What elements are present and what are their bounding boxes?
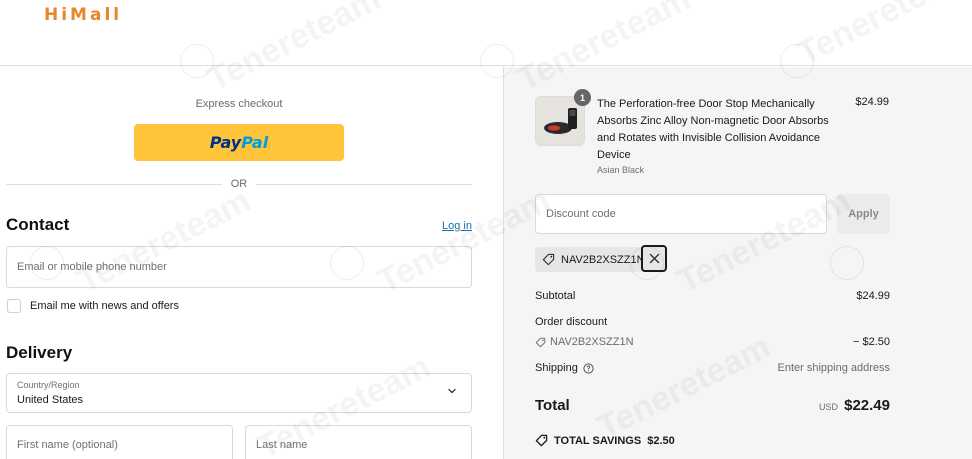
help-icon[interactable]: [583, 362, 594, 374]
tag-icon: [542, 253, 555, 266]
order-discount-label: Order discount: [535, 316, 608, 328]
quantity-badge: 1: [574, 89, 591, 106]
checkout-form: Express checkout Pay Pal OR Contact Log i…: [0, 67, 503, 459]
total-row: Total USD $22.49: [535, 397, 890, 415]
express-checkout-label: Express checkout: [195, 98, 283, 110]
order-discount-code: NAV2B2XSZZ1N: [535, 336, 634, 348]
login-link[interactable]: Log in: [442, 220, 472, 232]
order-summary: 1 The Perforation-free Door Stop Mechani…: [503, 67, 972, 459]
shipping-row: Shipping Enter shipping address: [535, 362, 890, 374]
total-currency: USD: [818, 402, 838, 412]
newsletter-label: Email me with news and offers: [30, 300, 179, 312]
country-label: Country/Region: [17, 380, 80, 390]
newsletter-option: Email me with news and offers: [7, 299, 179, 313]
subtotal-label: Subtotal: [535, 290, 576, 302]
last-name-field[interactable]: [246, 426, 471, 459]
total-savings: TOTAL SAVINGS $2.50: [535, 434, 675, 447]
email-field[interactable]: [7, 247, 471, 287]
delivery-heading: Delivery: [6, 343, 73, 362]
country-value: United States: [17, 394, 84, 406]
last-name-field-wrapper: [245, 425, 472, 459]
savings-value: $2.50: [647, 434, 675, 447]
discount-code-input[interactable]: [536, 195, 826, 233]
tag-icon: [535, 337, 546, 347]
chevron-down-icon: [448, 388, 456, 394]
email-field-wrapper: [6, 246, 472, 288]
himall-logo[interactable]: HiMall: [44, 5, 122, 25]
contact-heading: Contact: [6, 215, 70, 234]
shipping-label-group: Shipping: [535, 362, 594, 374]
tag-icon: [535, 434, 548, 447]
total-value: $22.49: [844, 397, 890, 414]
divider-line: [256, 184, 472, 185]
shipping-label: Shipping: [535, 362, 578, 374]
applied-discount-chip: NAV2B2XSZZ1N: [535, 247, 645, 272]
product-title: The Perforation-free Door Stop Mechanica…: [597, 98, 829, 161]
apply-discount-button[interactable]: Apply: [837, 194, 890, 234]
product-variant: Asian Black: [597, 165, 645, 175]
savings-label: TOTAL SAVINGS: [554, 434, 642, 447]
paypal-logo-pay: Pay: [209, 133, 242, 152]
order-discount-value: − $2.50: [852, 336, 890, 348]
shipping-value: Enter shipping address: [777, 362, 890, 374]
site-header: HiMall: [0, 0, 972, 66]
order-discount-row: Order discount: [535, 316, 890, 328]
subtotal-row: Subtotal $24.99: [535, 290, 890, 302]
paypal-button[interactable]: Pay Pal: [134, 124, 344, 161]
applied-discount-code: NAV2B2XSZZ1N: [561, 253, 645, 266]
order-discount-code-text: NAV2B2XSZZ1N: [550, 336, 634, 348]
paypal-logo-pal: Pal: [241, 133, 269, 152]
order-discount-code-row: NAV2B2XSZZ1N − $2.50: [535, 336, 890, 351]
discount-field-wrapper: [535, 194, 827, 234]
remove-discount-button[interactable]: [641, 245, 667, 272]
total-label: Total: [535, 397, 570, 414]
first-name-field[interactable]: [7, 426, 232, 459]
product-image: 1: [535, 89, 591, 146]
close-icon: [649, 253, 659, 264]
product-price: $24.99: [855, 96, 889, 108]
country-select[interactable]: Country/Region United States: [6, 373, 472, 413]
first-name-field-wrapper: [6, 425, 233, 459]
newsletter-checkbox[interactable]: [7, 299, 21, 313]
or-divider: OR: [6, 178, 472, 190]
subtotal-value: $24.99: [856, 290, 890, 302]
